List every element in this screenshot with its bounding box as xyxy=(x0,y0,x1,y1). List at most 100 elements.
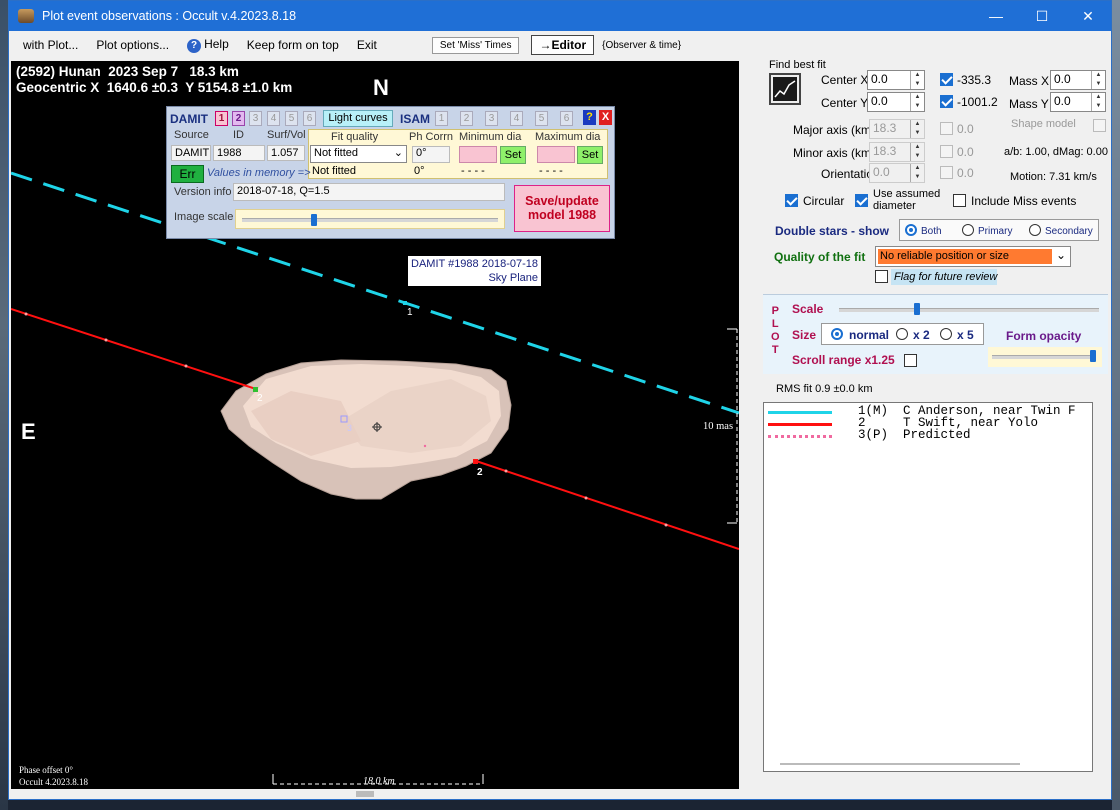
light-curves-button[interactable]: Light curves xyxy=(323,110,393,127)
isam-model-1-button[interactable]: 1 xyxy=(435,111,448,126)
center-x-input[interactable]: 0.0 ▲ ▼ xyxy=(867,70,925,90)
phase-offset-label: Phase offset 0° xyxy=(19,765,73,775)
shape-model-checkbox[interactable] xyxy=(1093,119,1106,132)
secondary-radio[interactable] xyxy=(1029,224,1041,236)
scroll-range-checkbox[interactable] xyxy=(904,354,917,367)
editor-button[interactable]: →Editor xyxy=(531,35,595,55)
maximize-icon[interactable]: ☐ xyxy=(1019,1,1065,31)
source-header: Source xyxy=(174,129,209,141)
quality-of-fit-select[interactable]: No reliable position or size ⌄ xyxy=(875,246,1071,267)
title-bar[interactable]: Plot event observations : Occult v.4.202… xyxy=(9,1,1111,31)
ph-corr-memory: 0° xyxy=(414,165,425,177)
scale-slider[interactable] xyxy=(835,300,1103,320)
damit-model-1-button[interactable]: 1 xyxy=(215,111,228,126)
help-icon: ? xyxy=(187,39,202,53)
fit-orientation-checkbox[interactable] xyxy=(940,166,953,179)
close-icon[interactable]: ✕ xyxy=(1065,1,1111,31)
damit-model-4-button[interactable]: 4 xyxy=(267,111,280,126)
menu-with-plot[interactable]: with Plot... xyxy=(9,38,87,52)
max-dia-input[interactable] xyxy=(537,146,575,163)
major-result: 0.0 xyxy=(957,122,974,136)
spin-arrows-icon[interactable]: ▲ ▼ xyxy=(1091,71,1105,89)
chord-1-marker xyxy=(403,301,407,305)
spin-arrows-icon[interactable]: ▲ ▼ xyxy=(1091,93,1105,111)
isam-model-3-button[interactable]: 3 xyxy=(485,111,498,126)
min-dia-memory: - - - - xyxy=(461,165,485,177)
use-assumed-diameter-checkbox[interactable] xyxy=(855,194,868,207)
chevron-down-icon: ⌄ xyxy=(393,147,403,159)
fit-panel: Find best fit Center X 0.0 ▲ ▼ -335.3 Mass… xyxy=(763,57,1109,787)
mass-x-input[interactable]: 0.0 ▲ ▼ xyxy=(1050,70,1106,90)
damit-model-3-button[interactable]: 3 xyxy=(249,111,262,126)
min-dia-set-button[interactable]: Set xyxy=(500,146,526,164)
damit-model-2-button[interactable]: 2 xyxy=(232,111,245,126)
major-axis-input[interactable]: 18.3 ▲ ▼ xyxy=(869,119,925,139)
set-miss-times-button[interactable]: Set 'Miss' Times xyxy=(431,36,520,54)
include-miss-checkbox[interactable] xyxy=(953,194,966,207)
both-label: Both xyxy=(921,226,942,237)
chord-2a-label: 2 xyxy=(257,393,263,404)
form-opacity-slider[interactable] xyxy=(988,347,1102,367)
menu-exit[interactable]: Exit xyxy=(348,38,386,52)
observers-legend-list[interactable]: 1(M) C Anderson, near Twin F2 T Swift, n… xyxy=(763,402,1093,772)
fit-center-x-checkbox[interactable] xyxy=(940,73,953,86)
save-update-model-button[interactable]: Save/update model 1988 xyxy=(514,185,610,232)
menu-help[interactable]: ? Help xyxy=(178,37,238,53)
fit-center-y-checkbox[interactable] xyxy=(940,95,953,108)
plot-area[interactable]: 1 2 2 3 (2592) Hunan 2023 Sep 7 18.3 km … xyxy=(11,61,739,789)
max-dia-set-button[interactable]: Set xyxy=(577,146,603,164)
plot-heading-2: Geocentric X 1640.6 ±0.3 Y 5154.8 ±1.0 k… xyxy=(16,80,293,95)
image-scale-thumb[interactable] xyxy=(310,214,317,226)
observer-time-button[interactable]: {Observer & time} xyxy=(602,40,681,51)
mass-y-input[interactable]: 0.0 ▲ ▼ xyxy=(1050,92,1106,112)
size-x2-radio[interactable] xyxy=(896,328,908,340)
fit-quality-memory: Not fitted xyxy=(312,165,357,177)
fit-major-checkbox[interactable] xyxy=(940,122,953,135)
version-info-label: Version info xyxy=(174,186,232,198)
fit-minor-checkbox[interactable] xyxy=(940,145,953,158)
legend-row[interactable]: 3(P) Predicted xyxy=(764,429,1092,442)
circular-checkbox[interactable] xyxy=(785,194,798,207)
err-button[interactable]: Err xyxy=(171,165,204,183)
both-radio[interactable] xyxy=(905,224,917,236)
spin-arrows-icon[interactable]: ▲ ▼ xyxy=(910,93,924,111)
primary-radio[interactable] xyxy=(962,224,974,236)
image-scale-slider[interactable] xyxy=(235,209,505,229)
center-y-label: Center Y xyxy=(821,96,869,110)
mass-y-value: 0.0 xyxy=(1054,94,1071,108)
window-title: Plot event observations : Occult v.4.202… xyxy=(42,9,297,23)
version-info-value: 2018-07-18, Q=1.5 xyxy=(233,183,505,201)
center-y-input[interactable]: 0.0 ▲ ▼ xyxy=(867,92,925,112)
flag-review-checkbox[interactable] xyxy=(875,270,888,283)
plot-heading-1: (2592) Hunan 2023 Sep 7 18.3 km xyxy=(16,64,239,79)
damit-model-6-button[interactable]: 6 xyxy=(303,111,316,126)
fit-quality-select[interactable]: Not fitted ⌄ xyxy=(310,145,407,163)
isam-model-2-button[interactable]: 2 xyxy=(460,111,473,126)
find-best-fit-button[interactable] xyxy=(769,73,801,105)
size-x5-radio[interactable] xyxy=(940,328,952,340)
secondary-label: Secondary xyxy=(1045,226,1093,237)
menu-keep-on-top[interactable]: Keep form on top xyxy=(238,38,348,52)
isam-model-5-button[interactable]: 5 xyxy=(535,111,548,126)
damit-help-button[interactable]: ? xyxy=(583,110,596,125)
isam-model-4-button[interactable]: 4 xyxy=(510,111,523,126)
form-opacity-thumb[interactable] xyxy=(1089,350,1096,362)
orientation-input[interactable]: 0.0 ▲ ▼ xyxy=(869,163,925,183)
menu-plot-options[interactable]: Plot options... xyxy=(87,38,178,52)
horizontal-scrollbar[interactable] xyxy=(780,763,1020,765)
scale-thumb[interactable] xyxy=(914,303,920,315)
damit-model-5-button[interactable]: 5 xyxy=(285,111,298,126)
resize-grip[interactable] xyxy=(356,791,374,797)
spin-arrows-icon[interactable]: ▲ ▼ xyxy=(910,71,924,89)
mas-scale-label: 10 mas xyxy=(703,421,734,432)
ph-corr-input[interactable]: 0° xyxy=(412,146,450,163)
mass-x-value: 0.0 xyxy=(1054,72,1071,86)
motion-label: Motion: 7.31 km/s xyxy=(1010,171,1097,183)
isam-model-6-button[interactable]: 6 xyxy=(560,111,573,126)
minor-axis-input[interactable]: 18.3 ▲ ▼ xyxy=(869,142,925,162)
minimize-icon[interactable]: — xyxy=(973,1,1019,31)
damit-close-button[interactable]: X xyxy=(599,110,612,125)
primary-label: Primary xyxy=(978,226,1013,237)
size-normal-radio[interactable] xyxy=(831,328,843,340)
min-dia-input[interactable] xyxy=(459,146,497,163)
